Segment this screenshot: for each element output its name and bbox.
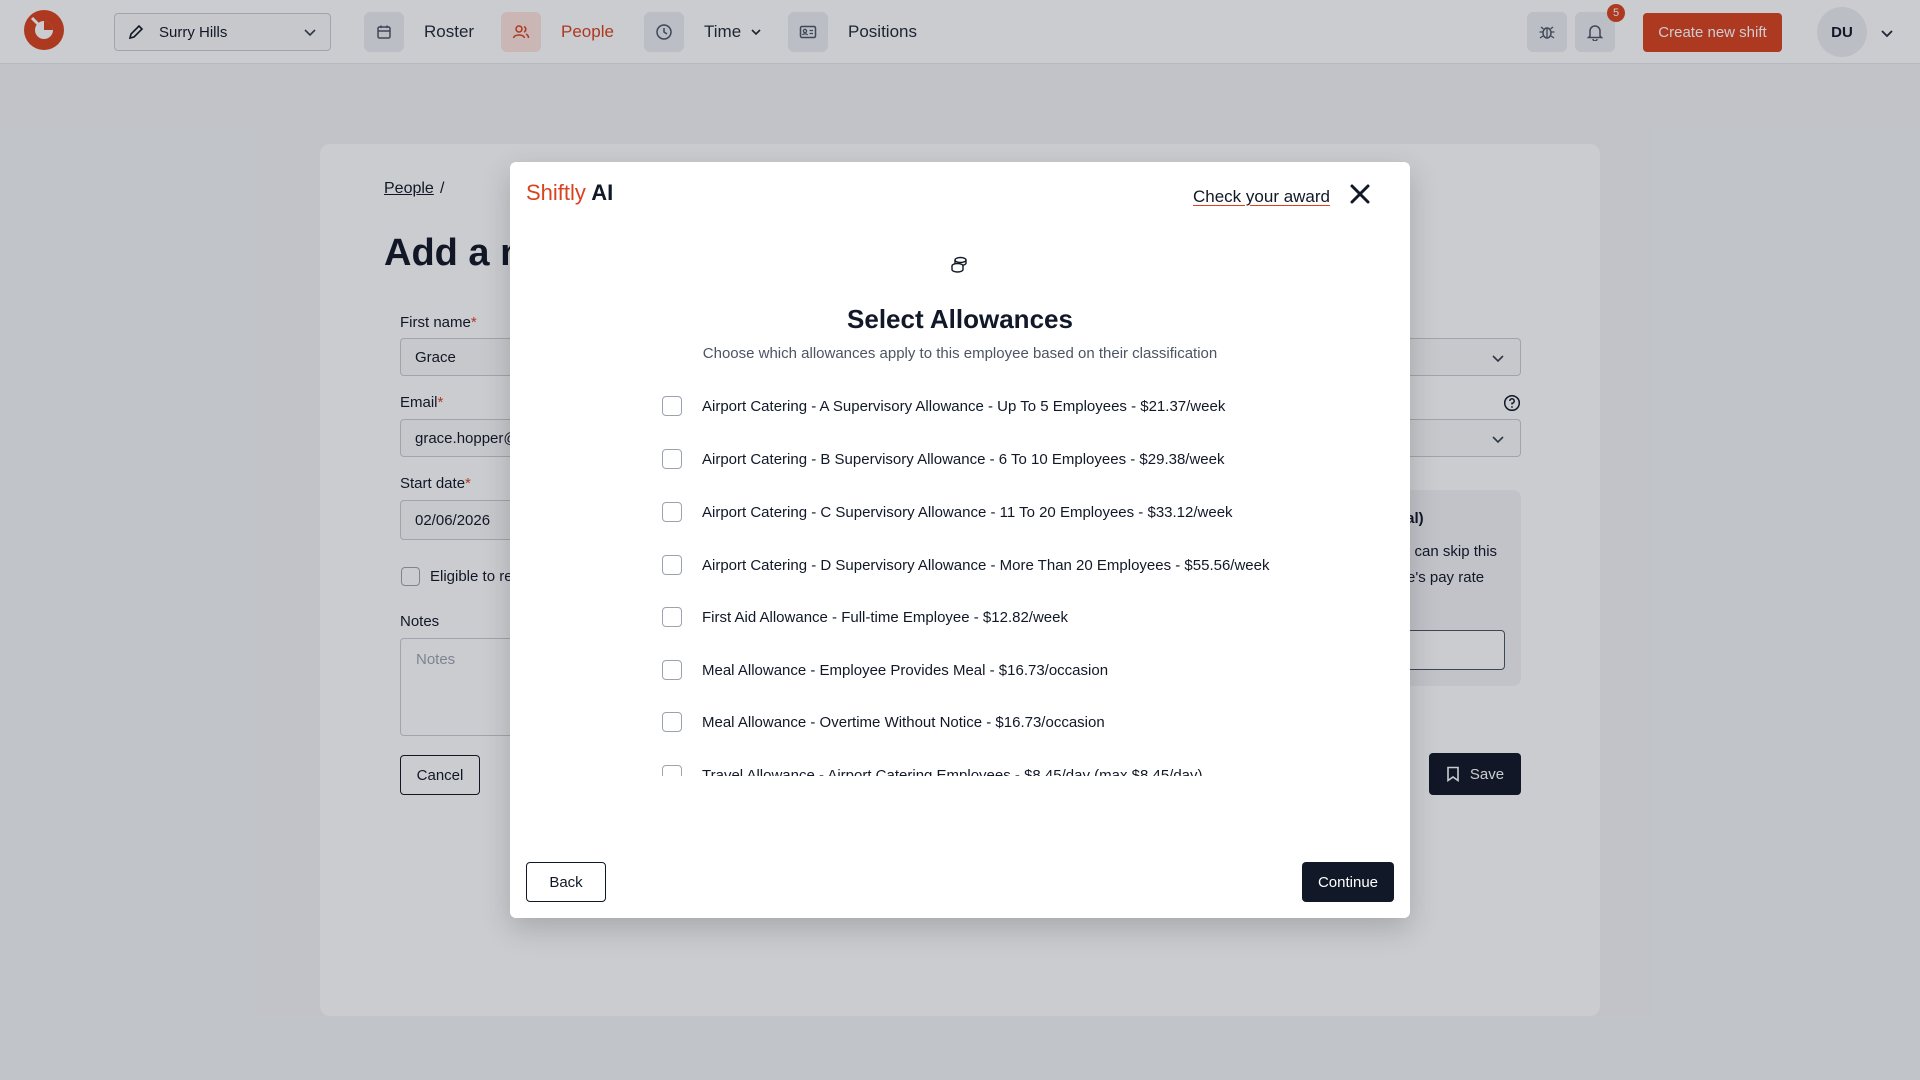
select-allowances-modal: Shiftly AI Check your award Select Allow… — [510, 162, 1410, 918]
close-icon[interactable] — [1348, 182, 1372, 206]
modal-subtitle: Choose which allowances apply to this em… — [702, 345, 1218, 362]
coins-icon — [951, 256, 967, 273]
allowance-checkbox[interactable] — [662, 555, 682, 575]
shiftly-ai-brand: Shiftly AI — [526, 180, 614, 205]
allowance-label: First Aid Allowance - Full-time Employee… — [702, 608, 1068, 626]
allowance-checkbox[interactable] — [662, 712, 682, 732]
check-your-award-link[interactable]: Check your award — [1193, 187, 1330, 207]
allowance-scroll-clip: Travel Allowance - Airport Catering Empl… — [662, 756, 1342, 776]
allowance-label: Meal Allowance - Overtime Without Notice… — [702, 713, 1105, 731]
allowance-label: Airport Catering - C Supervisory Allowan… — [702, 503, 1233, 521]
allowance-label: Airport Catering - A Supervisory Allowan… — [702, 397, 1226, 415]
allowance-checkbox[interactable] — [662, 607, 682, 627]
allowance-option[interactable]: Airport Catering - D Supervisory Allowan… — [662, 554, 1270, 576]
back-button[interactable]: Back — [526, 862, 606, 902]
modal-title: Select Allowances — [847, 304, 1073, 334]
continue-button[interactable]: Continue — [1302, 862, 1394, 902]
allowance-option[interactable]: Airport Catering - B Supervisory Allowan… — [662, 448, 1224, 470]
allowance-checkbox[interactable] — [662, 502, 682, 522]
allowance-option[interactable]: Airport Catering - A Supervisory Allowan… — [662, 395, 1225, 417]
allowance-checkbox[interactable] — [662, 449, 682, 469]
allowance-checkbox[interactable] — [662, 765, 682, 776]
allowance-option[interactable]: Meal Allowance - Employee Provides Meal … — [662, 659, 1108, 681]
allowance-option[interactable]: Meal Allowance - Overtime Without Notice… — [662, 711, 1105, 733]
allowance-checkbox[interactable] — [662, 396, 682, 416]
allowance-label: Travel Allowance - Airport Catering Empl… — [702, 766, 1203, 777]
allowance-label: Airport Catering - D Supervisory Allowan… — [702, 556, 1270, 574]
allowance-option[interactable]: Travel Allowance - Airport Catering Empl… — [662, 764, 1203, 776]
allowance-option[interactable]: Airport Catering - C Supervisory Allowan… — [662, 501, 1233, 523]
allowance-option[interactable]: First Aid Allowance - Full-time Employee… — [662, 606, 1068, 628]
allowance-checkbox[interactable] — [662, 660, 682, 680]
allowance-label: Airport Catering - B Supervisory Allowan… — [702, 450, 1225, 468]
allowance-label: Meal Allowance - Employee Provides Meal … — [702, 661, 1109, 679]
